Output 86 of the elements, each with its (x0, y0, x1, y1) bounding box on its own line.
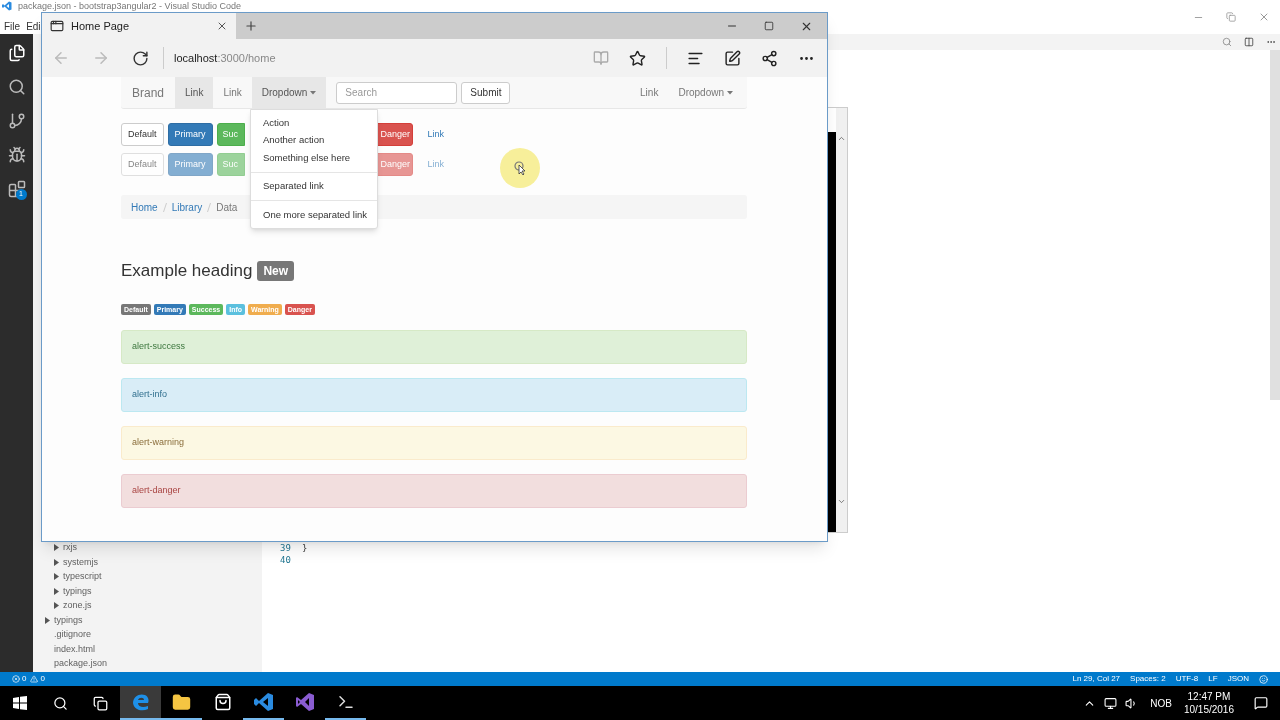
brand-link[interactable]: Brand (121, 77, 176, 108)
folder-icon (172, 692, 191, 712)
edge-icon (130, 692, 151, 712)
tree-item[interactable]: .gitignore (33, 627, 262, 642)
error-icon (12, 675, 20, 683)
breadcrumb-item[interactable]: Home (131, 199, 158, 215)
alert: alert-danger (121, 473, 747, 508)
clock-time: 12:47 PM (1187, 690, 1231, 703)
clock[interactable]: 12:47 PM 10/15/2016 (1183, 690, 1234, 716)
browser-tab[interactable]: Home Page (42, 13, 236, 39)
scroll-down-icon[interactable] (837, 497, 846, 506)
tree-item[interactable]: index.html (33, 642, 262, 657)
alert: alert-warning (121, 425, 747, 460)
caret-icon (310, 90, 317, 95)
maximize-button[interactable] (764, 21, 774, 31)
tree-item[interactable]: systemjs (33, 555, 262, 570)
preview-icon[interactable] (1222, 37, 1232, 47)
menu-item[interactable]: One more separated link (251, 206, 377, 224)
dropdown-toggle[interactable]: Dropdown (251, 77, 327, 108)
menu-item[interactable]: Edi (26, 18, 41, 34)
page-icon (50, 19, 64, 33)
files-icon[interactable] (7, 44, 26, 62)
warning-count: 0 (40, 673, 45, 685)
breadcrumb-item: Data (216, 200, 238, 215)
line-number: 39 (280, 542, 292, 556)
favorite-icon[interactable] (629, 49, 646, 67)
status-item[interactable]: UTF-8 (1175, 673, 1199, 685)
dropdown-toggle[interactable]: Dropdown (668, 77, 743, 108)
branch-icon[interactable] (7, 112, 26, 130)
link-button[interactable]: Link (420, 123, 452, 146)
button[interactable]: Default (121, 123, 164, 146)
nav-link[interactable]: Link (213, 77, 252, 108)
code-editor-icon (253, 692, 274, 712)
scroll-up-icon[interactable] (837, 134, 846, 143)
window-title: package.json - bootstrap3angular2 - Visual Studio Code (18, 1, 241, 11)
bug-icon[interactable] (7, 146, 26, 164)
tree-item[interactable]: package.json (33, 656, 262, 671)
error-count: 0 (22, 673, 27, 685)
terminal-icon (336, 693, 355, 711)
new-tab-button[interactable] (244, 19, 258, 33)
tree-item[interactable]: typings (33, 584, 262, 599)
share-icon[interactable] (761, 49, 778, 67)
task-view-icon[interactable] (92, 695, 108, 711)
submit-button[interactable]: Submit (461, 81, 511, 104)
heading: Example heading (121, 260, 253, 282)
cursor-icon (514, 161, 526, 175)
search-field[interactable]: Search (336, 81, 458, 104)
close-tab-button[interactable] (216, 20, 228, 32)
status-item[interactable]: Spaces: 2 (1130, 673, 1166, 685)
network-icon[interactable] (1104, 696, 1118, 710)
heading-badge: New (257, 260, 295, 281)
infinity-logo-icon (294, 692, 315, 712)
search-icon[interactable] (52, 695, 68, 711)
caret-icon (727, 90, 733, 95)
blocks-icon[interactable] (7, 180, 26, 198)
menu-item[interactable]: Separated link (251, 177, 377, 195)
shopping-bag-icon (213, 693, 232, 711)
warning-icon (30, 675, 39, 683)
clock-date: 10/15/2016 (1183, 703, 1234, 716)
note-icon[interactable] (724, 49, 741, 67)
nav-link[interactable]: Link (630, 77, 669, 108)
separator-icon (162, 202, 167, 212)
smiley-icon[interactable] (1259, 674, 1268, 684)
status-item[interactable]: Ln 29, Col 27 (1072, 673, 1121, 685)
menu-item[interactable]: File (4, 18, 21, 34)
alert: alert-info (121, 377, 747, 412)
alert: alert-success (121, 329, 747, 364)
code-line: } (302, 542, 308, 556)
separator-icon (207, 202, 212, 212)
tree-item[interactable]: rxjs (33, 540, 262, 555)
tree-item[interactable]: zone.js (33, 598, 262, 613)
tree-item[interactable]: typings (33, 613, 262, 628)
tree-item[interactable]: typescript (33, 569, 262, 584)
breadcrumb-item[interactable]: Library (171, 199, 203, 215)
split-editor-icon[interactable] (1244, 37, 1254, 47)
status-item[interactable]: JSON (1227, 673, 1249, 685)
nav-link[interactable]: Link (175, 77, 214, 108)
line-number: 40 (280, 554, 292, 568)
search-icon[interactable] (7, 78, 26, 96)
refresh-button[interactable] (132, 49, 149, 67)
status-item[interactable]: LF (1208, 673, 1218, 685)
app-logo-icon (2, 1, 12, 11)
notification-icon[interactable] (1254, 696, 1268, 710)
windows-logo-icon[interactable] (13, 696, 27, 710)
language-indicator[interactable]: NOB (1150, 695, 1172, 711)
button[interactable]: Primary (167, 123, 213, 146)
